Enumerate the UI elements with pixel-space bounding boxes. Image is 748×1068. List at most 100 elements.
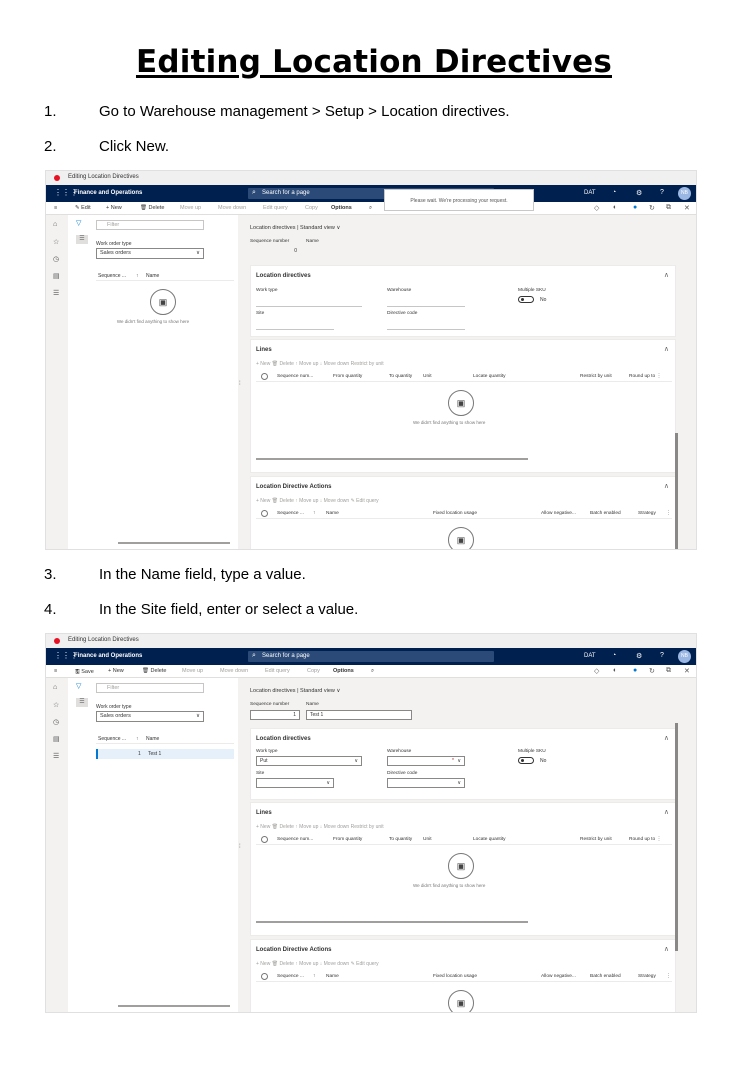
select-all-radio[interactable] xyxy=(261,373,268,380)
move-down-button[interactable]: Move down xyxy=(220,668,248,674)
work-type-select[interactable]: Put ∨ xyxy=(256,756,362,766)
column-header[interactable]: Unit xyxy=(423,837,432,842)
new-button[interactable]: + New xyxy=(106,205,122,211)
column-header[interactable]: To quantity xyxy=(389,837,412,842)
section-title[interactable]: Location directives xyxy=(256,736,311,742)
directive-code-field[interactable] xyxy=(387,329,465,330)
sort-icon[interactable]: ↑ xyxy=(136,736,139,742)
options-tab[interactable]: Options xyxy=(331,205,352,211)
column-name[interactable]: Name xyxy=(146,273,159,279)
move-down-button[interactable]: Move down xyxy=(218,205,246,211)
filter-icon[interactable]: ▽ xyxy=(76,682,81,690)
column-header[interactable]: Locate quantity xyxy=(473,837,506,842)
section-title[interactable]: Lines xyxy=(256,347,272,353)
breadcrumb[interactable]: Location directives | Standard view ∨ xyxy=(250,688,340,694)
scrollbar[interactable] xyxy=(118,1005,230,1007)
diamond-icon[interactable]: ◇ xyxy=(594,667,599,675)
office-icon[interactable]: ◐ xyxy=(613,667,617,674)
clock-icon[interactable]: ◷ xyxy=(53,718,59,726)
column-name[interactable]: Name xyxy=(146,736,159,742)
column-header[interactable]: Fixed location usage xyxy=(433,511,477,516)
copy-button[interactable]: Copy xyxy=(305,205,318,211)
column-header[interactable]: Restrict by unit xyxy=(580,374,612,379)
section-title[interactable]: Location Directive Actions xyxy=(256,484,331,490)
clock-icon[interactable]: ◷ xyxy=(53,255,59,263)
home-icon[interactable]: ⌂ xyxy=(53,221,57,228)
modules-icon[interactable]: ☰ xyxy=(53,752,59,760)
column-header[interactable]: Sequence num... xyxy=(277,837,313,842)
options-tab[interactable]: Options xyxy=(333,668,354,674)
gear-icon[interactable]: ⚙ xyxy=(636,189,642,197)
company-picker[interactable]: DAT xyxy=(584,190,596,196)
name-field[interactable]: Test 1 xyxy=(306,710,412,720)
sort-icon[interactable]: ↑ xyxy=(313,511,315,516)
pane-splitter[interactable]: ⁞ xyxy=(239,381,241,387)
hamburger-icon[interactable]: ≡ xyxy=(54,205,57,211)
refresh-icon[interactable]: ↻ xyxy=(649,667,655,675)
chevron-up-icon[interactable]: ∧ xyxy=(664,808,669,816)
column-header[interactable]: Batch enabled xyxy=(590,511,621,516)
multiple-sku-toggle[interactable] xyxy=(518,296,534,303)
app-name[interactable]: Finance and Operations xyxy=(74,653,142,659)
star-icon[interactable]: ☆ xyxy=(53,238,59,246)
section-title[interactable]: Location Directive Actions xyxy=(256,947,331,953)
warehouse-select[interactable]: * ∨ xyxy=(387,756,465,766)
column-header[interactable]: Allow negative... xyxy=(541,974,576,979)
sequence-number-field[interactable]: 1 xyxy=(250,710,300,720)
directive-code-select[interactable]: ∨ xyxy=(387,778,465,788)
filter-input[interactable]: Filter xyxy=(96,683,204,693)
sort-icon[interactable]: ↑ xyxy=(313,974,315,979)
column-header[interactable]: Batch enabled xyxy=(590,974,621,979)
more-icon[interactable]: ⋮ xyxy=(666,974,671,979)
column-header[interactable]: Unit xyxy=(423,374,432,379)
actions-toolbar[interactable]: + New 🗑 Delete ↑ Move up ↓ Move down ✎ E… xyxy=(256,498,379,504)
warehouse-field[interactable] xyxy=(387,306,465,307)
chat-icon[interactable]: ● xyxy=(633,667,637,674)
edit-button[interactable]: ✎ Edit xyxy=(75,205,91,211)
delete-button[interactable]: 🗑 Delete xyxy=(140,205,164,211)
name-field[interactable] xyxy=(306,247,412,257)
work-order-type-select[interactable]: Sales orders ∨ xyxy=(96,248,204,259)
vertical-scrollbar[interactable] xyxy=(675,433,678,550)
column-header[interactable]: Round up to ⋮ xyxy=(629,837,661,842)
search-icon[interactable]: ⌕ xyxy=(369,205,372,212)
search-input[interactable]: ⌕ Search for a page xyxy=(248,651,494,662)
column-header[interactable]: Name xyxy=(326,974,339,979)
star-icon[interactable]: ☆ xyxy=(53,701,59,709)
scrollbar[interactable] xyxy=(256,921,528,923)
column-header[interactable]: Locate quantity xyxy=(473,374,506,379)
app-name[interactable]: Finance and Operations xyxy=(74,190,142,196)
workspace-icon[interactable]: ▤ xyxy=(53,735,60,743)
column-sequence[interactable]: Sequence ... xyxy=(98,273,126,279)
column-header[interactable]: Sequence num... xyxy=(277,374,313,379)
bell-icon[interactable]: ◔ xyxy=(612,652,616,659)
work-order-type-select[interactable]: Sales orders ∨ xyxy=(96,711,204,722)
column-header[interactable]: From quantity xyxy=(333,837,362,842)
search-icon[interactable]: ⌕ xyxy=(371,668,374,675)
save-button[interactable]: 🖫 Save xyxy=(75,668,94,677)
column-header[interactable]: From quantity xyxy=(333,374,362,379)
filter-input[interactable]: Filter xyxy=(96,220,204,230)
diamond-icon[interactable]: ◇ xyxy=(594,204,599,212)
list-icon[interactable]: ☰ xyxy=(76,235,88,244)
delete-button[interactable]: 🗑 Delete xyxy=(142,668,166,674)
bell-icon[interactable]: ◔ xyxy=(612,189,616,196)
help-icon[interactable]: ? xyxy=(660,652,664,659)
more-icon[interactable]: ⋮ xyxy=(666,511,671,516)
scrollbar[interactable] xyxy=(118,542,230,544)
modules-icon[interactable]: ☰ xyxy=(53,289,59,297)
actions-toolbar[interactable]: + New 🗑 Delete ↑ Move up ↓ Move down ✎ E… xyxy=(256,961,379,967)
list-icon[interactable]: ☰ xyxy=(76,698,88,707)
select-all-radio[interactable] xyxy=(261,510,268,517)
section-title[interactable]: Lines xyxy=(256,810,272,816)
filter-icon[interactable]: ▽ xyxy=(76,219,81,227)
column-header[interactable]: Fixed location usage xyxy=(433,974,477,979)
column-header[interactable]: Round up to ⋮ xyxy=(629,374,661,379)
workspace-icon[interactable]: ▤ xyxy=(53,272,60,280)
edit-query-button[interactable]: Edit query xyxy=(263,205,288,211)
edit-query-button[interactable]: Edit query xyxy=(265,668,290,674)
column-header[interactable]: Strategy xyxy=(638,974,656,979)
chevron-up-icon[interactable]: ∧ xyxy=(664,345,669,353)
multiple-sku-toggle[interactable] xyxy=(518,757,534,764)
pane-splitter[interactable]: ⁞ xyxy=(239,844,241,850)
